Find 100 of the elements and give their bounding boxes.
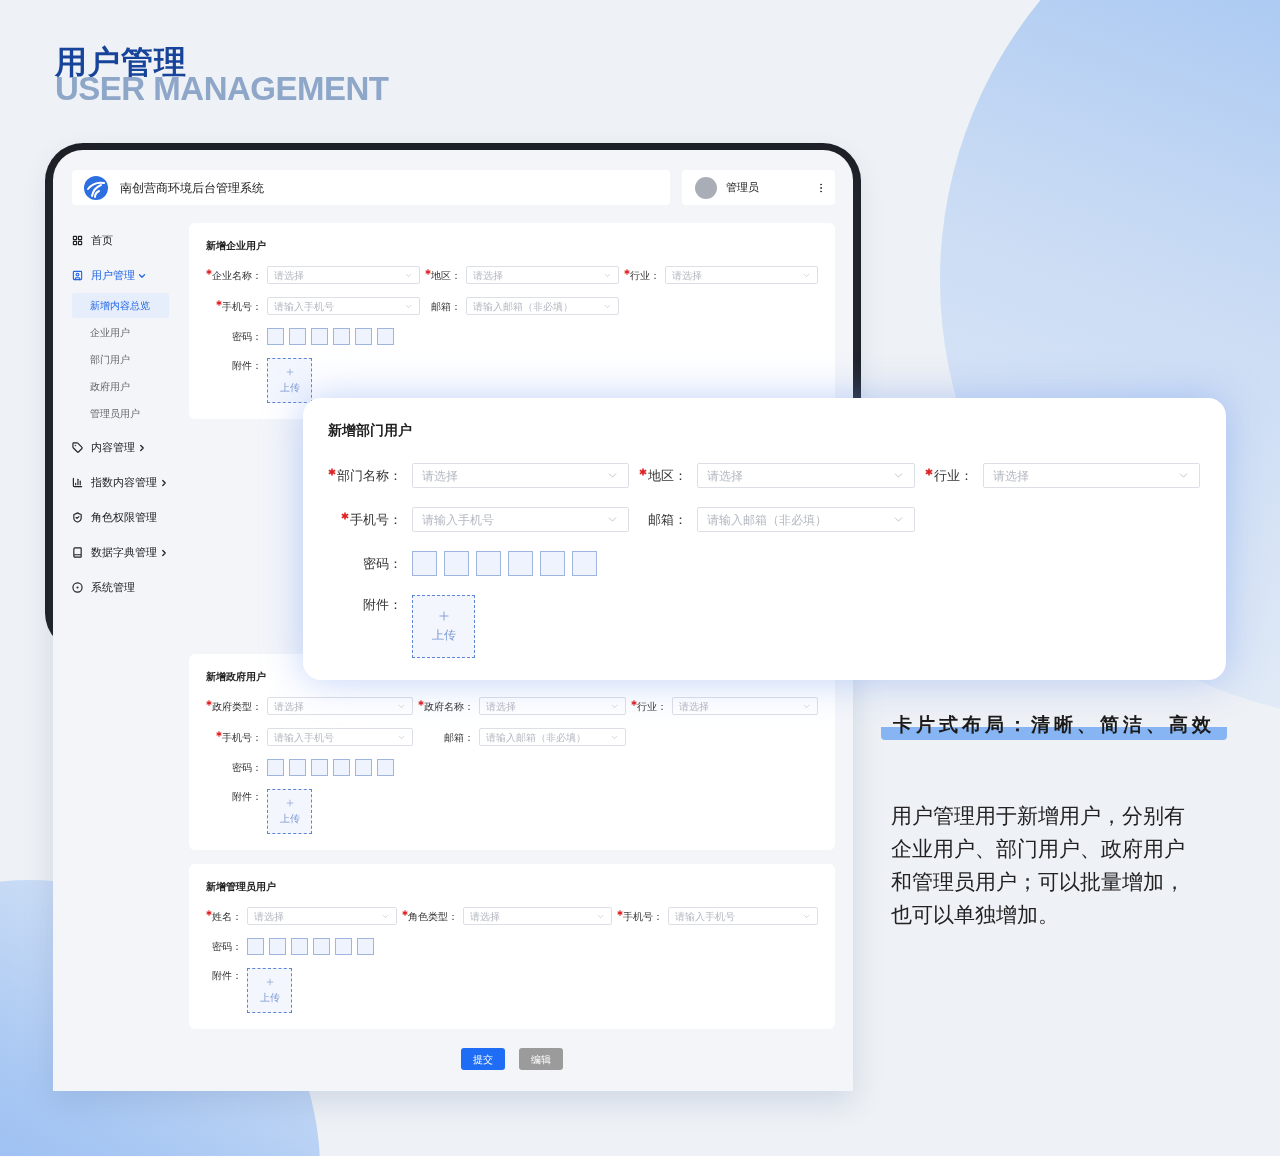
nav-subitem[interactable]: 企业用户 <box>72 320 169 345</box>
field-label: 附件： <box>212 969 242 983</box>
select-field[interactable]: 请输入邮箱（非必填） <box>466 297 619 315</box>
nav-subitem[interactable]: 部门用户 <box>72 347 169 372</box>
password-digit-field[interactable] <box>269 938 286 955</box>
field-label: 密码： <box>232 761 262 775</box>
card-title: 新增企业用户 <box>206 239 267 253</box>
password-digit-field[interactable] <box>476 551 501 576</box>
tag-icon <box>72 442 83 453</box>
password-digit-field[interactable] <box>377 328 394 345</box>
field-label: 邮箱： <box>444 730 475 745</box>
select-field[interactable]: 请选择 <box>267 266 420 284</box>
password-digit-field[interactable] <box>377 759 394 776</box>
select-field[interactable]: 请输入手机号 <box>267 297 420 315</box>
field-label: 手机号： <box>222 730 262 745</box>
circle-icon <box>72 582 83 593</box>
password-digit-field[interactable] <box>335 938 352 955</box>
field-label: 政府类型： <box>212 699 262 714</box>
password-digit-field[interactable] <box>333 759 350 776</box>
field-label: 密码： <box>232 330 262 344</box>
field-label: 手机号： <box>350 510 402 529</box>
password-digit-field[interactable] <box>291 938 308 955</box>
field-label: 行业： <box>933 466 973 485</box>
field-label: 邮箱： <box>431 299 461 314</box>
nav-item[interactable]: 数据字典管理 <box>72 535 187 570</box>
select-field[interactable]: 请输入手机号 <box>412 507 630 532</box>
select-field[interactable]: 请选择 <box>466 266 619 284</box>
field-label: 政府名称： <box>424 699 475 714</box>
select-field[interactable]: 请选择 <box>697 463 915 488</box>
nav-item[interactable]: 系统管理 <box>72 570 187 605</box>
password-digit-field[interactable] <box>540 551 565 576</box>
field-label: 附件： <box>363 596 402 614</box>
select-field[interactable]: 请输入邮箱（非必填） <box>479 728 626 746</box>
upload-button[interactable]: 上传 <box>267 789 312 834</box>
system-name: 南创营商环境后台管理系统 <box>120 179 264 197</box>
select-field[interactable]: 请选择 <box>665 266 818 284</box>
chevron-right-icon <box>159 547 169 558</box>
select-field[interactable]: 请输入邮箱（非必填） <box>697 507 915 532</box>
field-label: 附件： <box>232 790 262 804</box>
bar-chart-icon <box>72 477 83 488</box>
field-label: 手机号： <box>222 299 262 314</box>
submit-button[interactable]: 提交 <box>461 1048 505 1070</box>
field-label: 行业： <box>636 699 667 714</box>
grid-icon <box>72 235 83 246</box>
password-digit-field[interactable] <box>313 938 330 955</box>
password-digit-field[interactable] <box>333 328 350 345</box>
select-field[interactable]: 请选择 <box>412 463 630 488</box>
nav-item[interactable]: 首页 <box>72 223 187 258</box>
description: 用户管理用于新增用户，分别有企业用户、部门用户、政府用户和管理员用户；可以批量增加，也可以单独增加。 <box>891 803 1186 928</box>
field-label: 姓名： <box>212 909 242 924</box>
plus-icon <box>436 609 451 623</box>
field-label: 密码： <box>363 554 402 573</box>
nav-subitem[interactable]: 政府用户 <box>72 374 169 399</box>
password-digit-field[interactable] <box>267 328 284 345</box>
password-digit-field[interactable] <box>355 759 372 776</box>
logo-icon <box>84 175 108 200</box>
select-field[interactable]: 请选择 <box>247 907 397 925</box>
password-digit-field[interactable] <box>289 759 306 776</box>
user-card-icon <box>72 270 83 281</box>
card-title: 新增管理员用户 <box>206 880 277 894</box>
password-digit-field[interactable] <box>412 551 437 576</box>
user-menu[interactable]: 管理员 <box>682 170 835 205</box>
field-label: 角色类型： <box>407 909 458 924</box>
nav-item[interactable]: 指数内容管理 <box>72 465 187 500</box>
avatar-placeholder <box>695 176 717 199</box>
password-digit-field[interactable] <box>508 551 533 576</box>
edit-button[interactable]: 编辑 <box>519 1048 563 1070</box>
password-digit-field[interactable] <box>311 759 328 776</box>
select-field[interactable]: 请选择 <box>479 697 626 715</box>
card-title: 新增部门用户 <box>328 421 413 440</box>
password-digit-field[interactable] <box>444 551 469 576</box>
plus-icon <box>284 366 295 377</box>
nav-item[interactable]: 用户管理 <box>72 258 187 293</box>
select-field[interactable]: 请选择 <box>671 697 818 715</box>
password-digit-field[interactable] <box>289 328 306 345</box>
book-icon <box>72 547 83 558</box>
password-digit-field[interactable] <box>357 938 374 955</box>
upload-button[interactable]: 上传 <box>412 595 475 658</box>
chevron-right-icon <box>159 477 169 488</box>
select-field[interactable]: 请选择 <box>267 697 414 715</box>
field-label: 行业： <box>630 268 660 283</box>
nav-item[interactable]: 内容管理 <box>72 430 187 465</box>
select-field[interactable]: 请输入手机号 <box>668 907 818 925</box>
select-field[interactable]: 请选择 <box>982 463 1200 488</box>
shield-icon <box>72 512 83 523</box>
select-field[interactable]: 请输入手机号 <box>267 728 414 746</box>
upload-button[interactable]: 上传 <box>247 968 292 1013</box>
password-digit-field[interactable] <box>267 759 284 776</box>
password-digit-field[interactable] <box>572 551 597 576</box>
password-digit-field[interactable] <box>355 328 372 345</box>
select-field[interactable]: 请选择 <box>462 907 613 925</box>
password-digit-field[interactable] <box>311 328 328 345</box>
nav-subitem[interactable]: 管理员用户 <box>72 401 169 426</box>
nav-subitem[interactable]: 新增内容总览 <box>72 293 169 318</box>
nav-item[interactable]: 角色权限管理 <box>72 500 187 535</box>
field-label: 手机号： <box>623 909 664 924</box>
card-title: 新增政府用户 <box>206 670 267 684</box>
password-digit-field[interactable] <box>247 938 264 955</box>
field-label: 地区： <box>431 268 461 283</box>
upload-button[interactable]: 上传 <box>267 358 312 403</box>
